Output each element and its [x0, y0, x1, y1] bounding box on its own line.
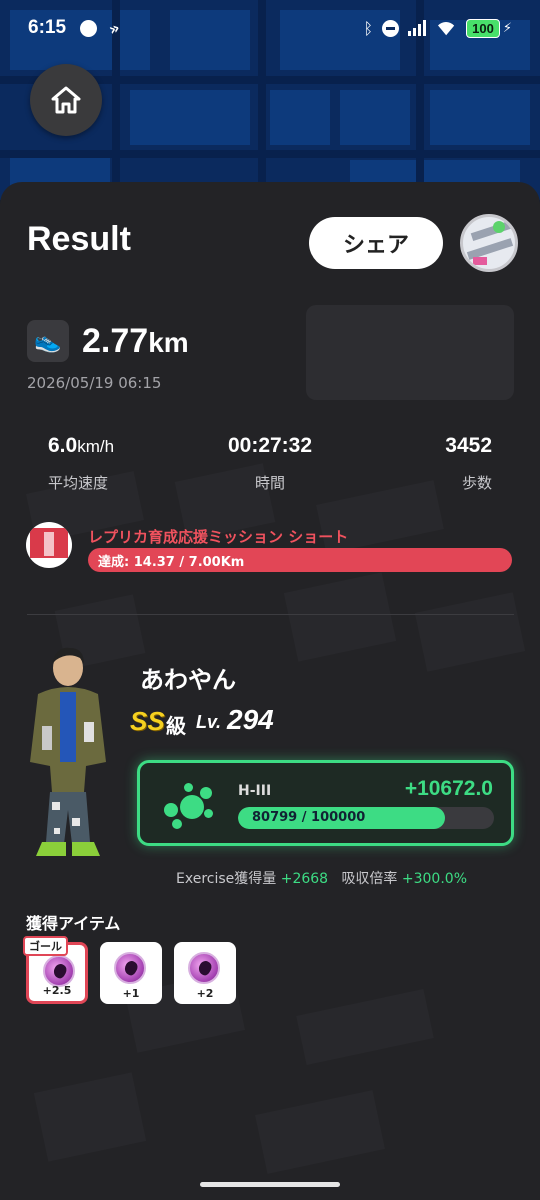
mission-title[interactable]: レプリカ育成応援ミッション ショート	[88, 526, 348, 547]
blob-icon	[164, 783, 216, 829]
signal-icon	[408, 20, 427, 36]
status-bar: 6:15 » ᛒ 100 ⚡	[0, 0, 540, 56]
stat-speed: 6.0km/h 平均速度	[48, 434, 115, 492]
mission-progress-text: 達成: 14.37 / 7.00Km	[98, 555, 245, 570]
orb-icon	[43, 955, 75, 987]
stats-row: 6.0km/h 平均速度 00:27:32 時間 3452 歩数	[0, 434, 540, 493]
stat-label: 時間	[254, 474, 285, 492]
status-time: 6:15	[28, 17, 67, 38]
home-button[interactable]	[30, 64, 102, 136]
item-count: +2	[196, 987, 214, 1000]
item-card[interactable]: +1	[100, 942, 162, 1004]
charging-icon: ⚡	[502, 20, 512, 36]
running-shoe-icon: 👟	[27, 320, 69, 362]
stat-label: 歩数	[461, 474, 492, 492]
share-button[interactable]: シェア	[309, 217, 443, 269]
rank-suffix: 級	[166, 714, 186, 738]
stat-label: 平均速度	[48, 474, 109, 492]
stat-time: 00:27:32 時間	[227, 434, 313, 492]
battery-icon: 100	[466, 18, 500, 38]
page-title: Result	[27, 220, 131, 258]
character-name: あわやん	[140, 666, 236, 694]
orb-icon	[114, 952, 146, 984]
mission-thumbnail	[26, 522, 72, 568]
items-title: 獲得アイテム	[26, 914, 121, 933]
stat-steps: 3452 歩数	[445, 434, 492, 492]
item-count: +2.5	[42, 984, 72, 997]
bluetooth-icon: ᛒ	[363, 18, 374, 38]
distance-value: 2.77km	[82, 322, 189, 360]
exp-grade: H-III	[238, 783, 272, 799]
run-datetime: 2026/05/19 06:15	[27, 374, 162, 392]
wifi-icon	[435, 20, 457, 36]
exp-progress-text: 80799 / 100000	[252, 810, 366, 825]
exercise-summary: Exercise獲得量 +2668 吸収倍率 +300.0%	[176, 871, 468, 887]
orb-icon	[188, 952, 220, 984]
do-not-disturb-icon	[382, 19, 400, 37]
home-icon	[51, 86, 81, 114]
app-notification-icon: »	[106, 17, 123, 39]
item-count: +1	[122, 987, 140, 1000]
level-label: Lv.	[196, 712, 222, 732]
rank-badge: SS	[130, 706, 165, 736]
result-sheet: Result シェア 👟 2.77km 2026/05/19 06:15 6.0…	[0, 182, 540, 1200]
level-value: 294	[227, 704, 274, 735]
character-illustration	[30, 647, 106, 856]
status-icons: ᛒ 100 ⚡	[363, 18, 512, 38]
home-indicator[interactable]	[200, 1182, 340, 1187]
route-map-thumbnail	[306, 305, 514, 400]
map-avatar[interactable]	[460, 214, 518, 272]
divider	[27, 614, 514, 615]
exp-gain: +10672.0	[404, 777, 493, 800]
goal-tag: ゴール	[23, 936, 68, 956]
exp-card: H-III +10672.0 80799 / 100000	[137, 760, 514, 846]
item-card[interactable]: +2	[174, 942, 236, 1004]
notification-dot-icon	[80, 19, 98, 37]
